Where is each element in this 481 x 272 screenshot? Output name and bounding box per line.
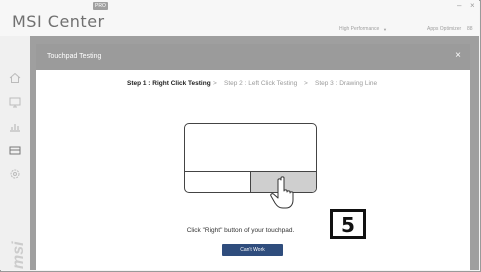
pro-badge: PRO xyxy=(93,2,108,10)
countdown-badge: 5 xyxy=(330,209,366,239)
header-value: 88 xyxy=(467,26,473,32)
apps-optimizer-link[interactable]: Apps Optimizer xyxy=(427,26,461,32)
app-logo: MSI Center xyxy=(12,12,105,31)
sidebar: msi xyxy=(0,36,30,270)
close-window-button[interactable]: × xyxy=(470,1,475,10)
cant-work-button[interactable]: Can't Work xyxy=(222,244,283,256)
step-1-label: Step 1 : Right Click Testing xyxy=(127,80,211,87)
touchpad-left-button xyxy=(185,171,251,192)
app-header: MSI Center PRO High Performance ▼ Apps O… xyxy=(0,0,479,36)
close-icon[interactable]: × xyxy=(455,50,461,61)
dialog-title: Touchpad Testing xyxy=(47,53,102,60)
performance-mode-label[interactable]: High Performance xyxy=(339,26,379,32)
msi-brand-mark: msi xyxy=(10,241,27,269)
step-separator: > xyxy=(304,80,308,87)
gear-icon[interactable] xyxy=(9,168,21,180)
instruction-text: Click "Right" button of your touchpad. xyxy=(186,227,295,234)
pointing-hand-icon xyxy=(270,176,294,209)
chart-icon[interactable] xyxy=(9,120,21,132)
step-2-label: Step 2 : Left Click Testing xyxy=(224,80,298,87)
monitor-icon[interactable] xyxy=(9,96,21,108)
keyboard-icon[interactable] xyxy=(9,144,21,156)
step-3-label: Step 3 : Drawing Line xyxy=(315,80,378,87)
dialog-header: Touchpad Testing × xyxy=(36,44,470,70)
home-icon[interactable] xyxy=(9,72,21,84)
chevron-down-icon[interactable]: ▼ xyxy=(383,27,387,32)
step-separator: > xyxy=(213,80,217,87)
minimize-button[interactable]: – xyxy=(457,1,461,10)
